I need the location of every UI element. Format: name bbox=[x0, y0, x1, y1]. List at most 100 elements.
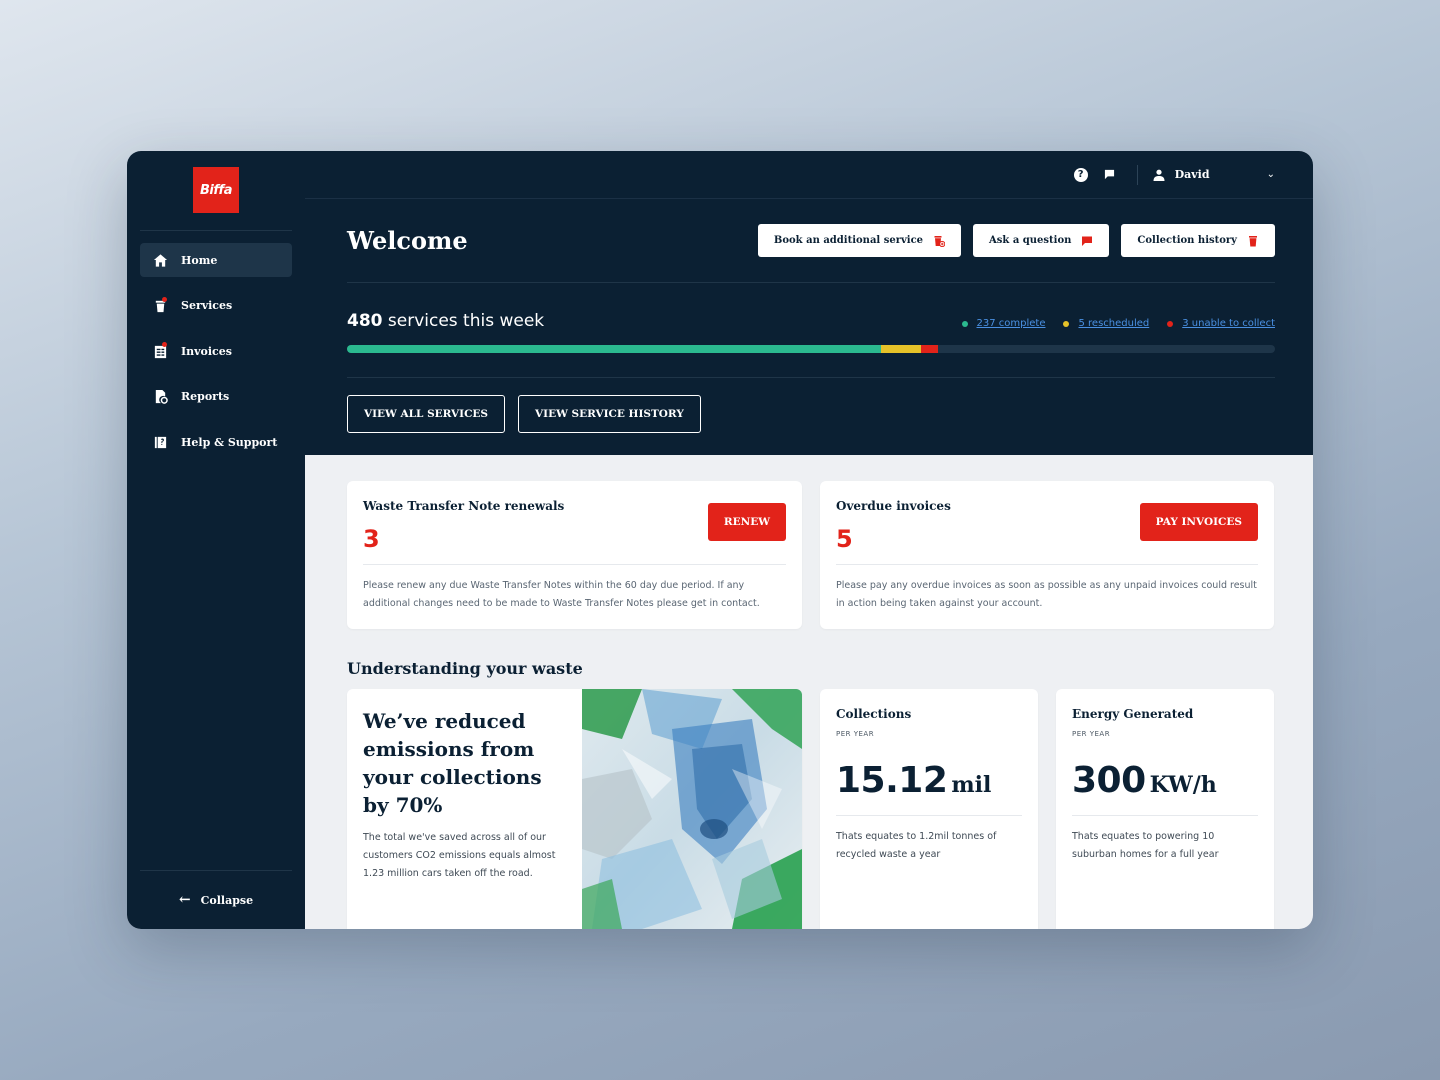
flag-icon[interactable] bbox=[1103, 168, 1117, 182]
card-divider bbox=[836, 564, 1258, 565]
logo-area: Biffa bbox=[140, 151, 292, 231]
wtn-renewals-card: Waste Transfer Note renewals 3 RENEW Ple… bbox=[347, 481, 802, 629]
plastic-bottles-image bbox=[582, 689, 802, 929]
services-count: 480 bbox=[347, 311, 383, 332]
card-title: Overdue invoices bbox=[836, 499, 951, 513]
collections-card: Collections PER YEAR 15.12 mil Thats equa… bbox=[820, 689, 1038, 929]
sidebar-item-home[interactable]: Home bbox=[140, 243, 292, 277]
bin-icon bbox=[1249, 235, 1257, 247]
user-name[interactable]: David bbox=[1175, 168, 1267, 181]
energy-value: 300 KW/h bbox=[1072, 760, 1258, 801]
emissions-headline: We’ve reduced emissions from your collec… bbox=[363, 709, 542, 817]
sidebar-item-label: Help & Support bbox=[181, 435, 278, 449]
ask-question-button[interactable]: Ask a question bbox=[973, 224, 1110, 258]
report-icon bbox=[152, 389, 168, 405]
legend-unable-link[interactable]: 3 unable to collect bbox=[1167, 318, 1275, 329]
unable-dot bbox=[1167, 320, 1174, 327]
notification-badge bbox=[162, 342, 167, 347]
sidebar-item-help-support[interactable]: Help & Support bbox=[140, 425, 292, 459]
services-legend: 237 complete 5 rescheduled 3 unable to c… bbox=[961, 318, 1275, 330]
legend-complete-label: 237 complete bbox=[976, 318, 1046, 330]
overdue-count: 5 bbox=[836, 525, 853, 553]
collections-value: 15.12 mil bbox=[836, 760, 1022, 801]
view-service-history-button[interactable]: VIEW SERVICE HISTORY bbox=[518, 395, 701, 434]
legend-rescheduled-label: 5 rescheduled bbox=[1078, 318, 1150, 330]
card-description: Please renew any due Waste Transfer Note… bbox=[363, 580, 760, 609]
home-icon bbox=[152, 252, 168, 268]
emissions-description: The total we've saved across all of our … bbox=[363, 832, 556, 879]
wtn-count: 3 bbox=[363, 525, 380, 553]
sidebar-item-services[interactable]: Services bbox=[140, 289, 292, 323]
help-circle-icon[interactable]: ? bbox=[1073, 167, 1088, 182]
sidebar-item-label: Services bbox=[181, 299, 233, 312]
stat-unit: KW/h bbox=[1149, 772, 1217, 798]
stat-number: 300 bbox=[1072, 760, 1146, 801]
sidebar-item-label: Reports bbox=[181, 390, 230, 403]
sidebar-item-label: Invoices bbox=[181, 344, 232, 358]
progress-rescheduled-segment bbox=[880, 345, 922, 354]
invoice-icon bbox=[152, 342, 168, 359]
pay-invoices-button[interactable]: PAY INVOICES bbox=[1139, 503, 1258, 541]
main-area: ? David ⌄ Welcome Book an additional ser… bbox=[305, 151, 1313, 929]
card-title: Collections bbox=[836, 707, 912, 721]
view-all-services-button[interactable]: VIEW ALL SERVICES bbox=[347, 395, 506, 434]
rescheduled-dot bbox=[1063, 320, 1070, 327]
sidebar: Biffa Home Services Invoices Reports Hel… bbox=[127, 151, 305, 929]
services-stats: 480 services this week 237 complete 5 re… bbox=[347, 311, 1275, 331]
card-divider bbox=[1072, 815, 1258, 816]
hero-actions: Book an additional service Ask a questio… bbox=[757, 224, 1275, 258]
section-title: Understanding your waste bbox=[347, 659, 583, 678]
page-title: Welcome bbox=[347, 226, 468, 256]
card-subtitle: PER YEAR bbox=[836, 730, 875, 738]
card-subtitle: PER YEAR bbox=[1072, 730, 1111, 738]
card-divider bbox=[363, 564, 786, 565]
alert-cards: Waste Transfer Note renewals 3 RENEW Ple… bbox=[347, 481, 1275, 629]
progress-complete-segment bbox=[347, 345, 881, 354]
renew-button[interactable]: RENEW bbox=[707, 503, 786, 541]
energy-card: Energy Generated PER YEAR 300 KW/h Thats … bbox=[1056, 689, 1274, 929]
card-description: Thats equates to powering 10 suburban ho… bbox=[1072, 831, 1219, 860]
complete-dot bbox=[961, 320, 968, 327]
services-count-title: 480 services this week bbox=[347, 311, 544, 331]
app-window: Biffa Home Services Invoices Reports Hel… bbox=[127, 151, 1313, 929]
overdue-invoices-card: Overdue invoices 5 PAY INVOICES Please p… bbox=[820, 481, 1274, 629]
waste-cards: We’ve reduced emissions from your collec… bbox=[347, 689, 1275, 929]
user-icon bbox=[1152, 168, 1166, 182]
card-title: Waste Transfer Note renewals bbox=[363, 499, 565, 513]
dashboard-content: Waste Transfer Note renewals 3 RENEW Ple… bbox=[305, 455, 1313, 929]
ask-question-label: Ask a question bbox=[989, 235, 1072, 247]
services-count-suffix: services this week bbox=[382, 311, 545, 332]
flag-icon bbox=[1082, 236, 1093, 246]
collection-history-button[interactable]: Collection history bbox=[1121, 224, 1275, 258]
hero-outline-actions: VIEW ALL SERVICES VIEW SERVICE HISTORY bbox=[347, 395, 1275, 434]
hero: Welcome Book an additional service Ask a… bbox=[305, 199, 1313, 455]
book-service-label: Book an additional service bbox=[773, 235, 924, 247]
card-divider bbox=[836, 815, 1022, 816]
bin-plus-icon bbox=[934, 235, 946, 247]
card-description: Please pay any overdue invoices as soon … bbox=[836, 580, 1257, 609]
notification-badge bbox=[162, 296, 167, 302]
emissions-text: We’ve reduced emissions from your collec… bbox=[347, 689, 582, 929]
sidebar-nav: Home Services Invoices Reports Help & Su… bbox=[127, 243, 305, 459]
progress-unable-segment bbox=[921, 345, 939, 354]
services-progress-bar bbox=[347, 345, 1275, 354]
bin-icon bbox=[152, 296, 168, 314]
topbar: ? David ⌄ bbox=[305, 151, 1313, 200]
hero-divider bbox=[347, 377, 1275, 379]
biffa-logo[interactable]: Biffa bbox=[193, 167, 239, 213]
sidebar-item-invoices[interactable]: Invoices bbox=[140, 334, 292, 368]
stat-unit: mil bbox=[951, 772, 992, 798]
legend-complete-link[interactable]: 237 complete bbox=[961, 318, 1046, 330]
legend-rescheduled-link[interactable]: 5 rescheduled bbox=[1063, 318, 1149, 329]
legend-unable-label: 3 unable to collect bbox=[1182, 318, 1275, 330]
card-title: Energy Generated bbox=[1072, 707, 1194, 721]
book-service-button[interactable]: Book an additional service bbox=[757, 224, 962, 258]
collapse-label: Collapse bbox=[200, 893, 254, 907]
chevron-down-icon[interactable]: ⌄ bbox=[1267, 169, 1275, 180]
collection-history-label: Collection history bbox=[1137, 235, 1237, 247]
topbar-divider bbox=[1136, 164, 1138, 185]
help-book-icon bbox=[152, 434, 168, 450]
arrow-left-icon: ← bbox=[178, 892, 191, 908]
collapse-button[interactable]: ← Collapse bbox=[140, 870, 292, 929]
sidebar-item-reports[interactable]: Reports bbox=[140, 380, 292, 414]
